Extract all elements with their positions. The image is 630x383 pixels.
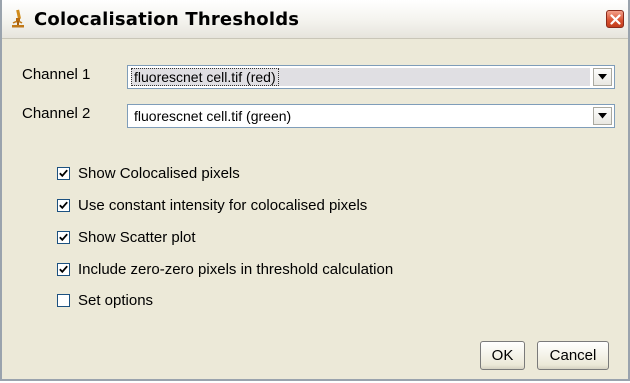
show-colocalised-label: Show Colocalised pixels [78,165,240,182]
check-icon [59,233,68,242]
set-options-checkbox[interactable] [57,294,70,307]
channel2-value: fluorescnet cell.tif (green) [134,108,292,124]
colocalisation-dialog: Colocalisation Thresholds Channel 1 fluo… [0,0,630,381]
microscope-icon [10,9,26,29]
chevron-down-icon [598,113,607,119]
dialog-content: Channel 1 fluorescnet cell.tif (red) Cha… [2,38,628,379]
channel1-label: Channel 1 [22,66,91,83]
constant-intensity-label: Use constant intensity for colocalised p… [78,197,368,214]
zero-zero-label: Include zero-zero pixels in threshold ca… [78,261,394,278]
ok-button[interactable]: OK [480,341,525,370]
channel1-value: fluorescnet cell.tif (red) [131,68,279,86]
title-bar[interactable]: Colocalisation Thresholds [2,0,628,39]
channel1-select[interactable]: fluorescnet cell.tif (red) [127,65,615,89]
check-icon [59,265,68,274]
constant-intensity-checkbox[interactable] [57,199,70,212]
scatter-plot-label: Show Scatter plot [78,229,196,246]
scatter-plot-checkbox[interactable] [57,231,70,244]
channel2-select[interactable]: fluorescnet cell.tif (green) [127,104,615,128]
close-button[interactable] [606,10,624,28]
check-icon [59,169,68,178]
zero-zero-checkbox[interactable] [57,263,70,276]
chevron-down-icon [598,74,607,80]
check-icon [59,201,68,210]
dialog-title: Colocalisation Thresholds [34,9,300,30]
show-colocalised-checkbox[interactable] [57,167,70,180]
channel1-dropdown-button[interactable] [593,68,612,86]
set-options-label: Set options [78,292,154,309]
channel2-label: Channel 2 [22,105,91,122]
cancel-button[interactable]: Cancel [537,341,609,370]
channel2-dropdown-button[interactable] [593,107,612,125]
close-icon [610,14,621,25]
